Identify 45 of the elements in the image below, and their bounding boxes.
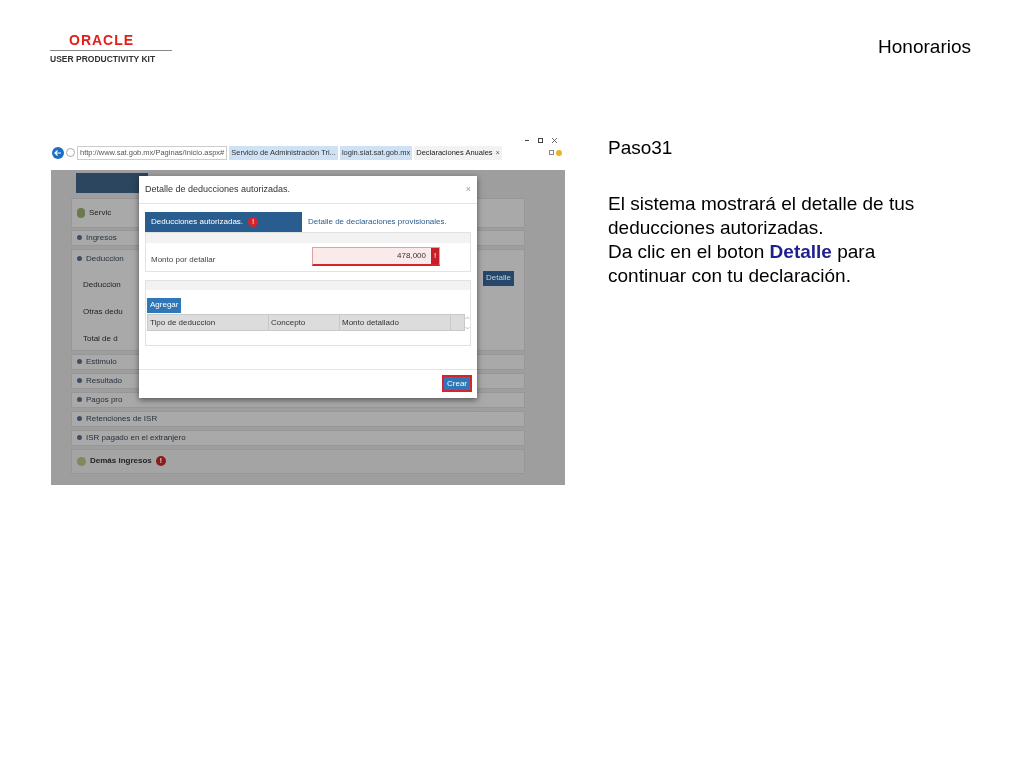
minimize-icon[interactable] [525,140,529,142]
plus-icon [77,397,82,403]
plus-icon [77,359,82,365]
panel-title: Deduccion [86,252,124,265]
close-icon[interactable] [552,138,557,144]
field-label: Monto por detallar [151,253,216,266]
row-label: ISR pagado en el extranjero [86,431,186,444]
instruction-text: Da clic en el boton Detalle para continuar con tu declaración. [608,239,877,288]
column-header: Concepto [269,315,340,331]
row-label: Resultado [86,374,123,387]
logo-brand: ORACLE [69,33,135,47]
restore-icon[interactable] [538,138,543,144]
plus-icon [77,378,82,384]
page-header: Honorarios [878,35,971,59]
column-header: Tipo de deduccion [148,315,269,331]
alert-badge: ! [248,216,259,227]
detail-button[interactable]: Detalle [483,270,514,286]
back-icon[interactable] [52,146,64,159]
dialog-tab[interactable]: Deducciones autorizadas. ! [145,211,302,232]
error-flag: ! [431,248,439,265]
row-label: Retenciones de ISR [86,412,158,425]
plus-icon [77,235,82,241]
dialog-title: Detalle de deducciones autorizadas. [145,182,291,196]
deduction-label: Deduccion [83,278,121,291]
column-header: Monto detallado [340,315,451,331]
plus-icon [77,435,82,441]
logo-product: USER PRODUCTIVITY KIT [50,53,156,66]
minus-icon [77,256,82,262]
section-row[interactable]: ISR pagado en el extranjero [71,429,525,446]
add-button[interactable]: Agregar [147,297,182,313]
instruction-text: El sistema mostrará el detalle de tus deducciones autorizadas. [608,191,916,240]
section-title: Demás ingresos [90,455,152,468]
row-label: Estimulo [86,355,117,368]
section-title: Servic [89,206,112,219]
step-title: Paso31 [608,135,674,160]
deduction-label: Otras dedu [83,305,123,318]
row-label: Pagos pro [86,393,123,406]
create-button[interactable]: Crear [442,375,472,393]
deduction-label: Total de d [83,332,118,345]
plus-icon [77,416,82,422]
dialog-tab[interactable]: Detalle de declaraciones provisionales. [302,211,453,232]
alert-badge: ! [155,456,166,467]
amount-field[interactable]: 478,000 ! [312,247,440,267]
section-row[interactable]: Retenciones de ISR [71,410,525,427]
row-label: Ingresos [86,231,117,244]
